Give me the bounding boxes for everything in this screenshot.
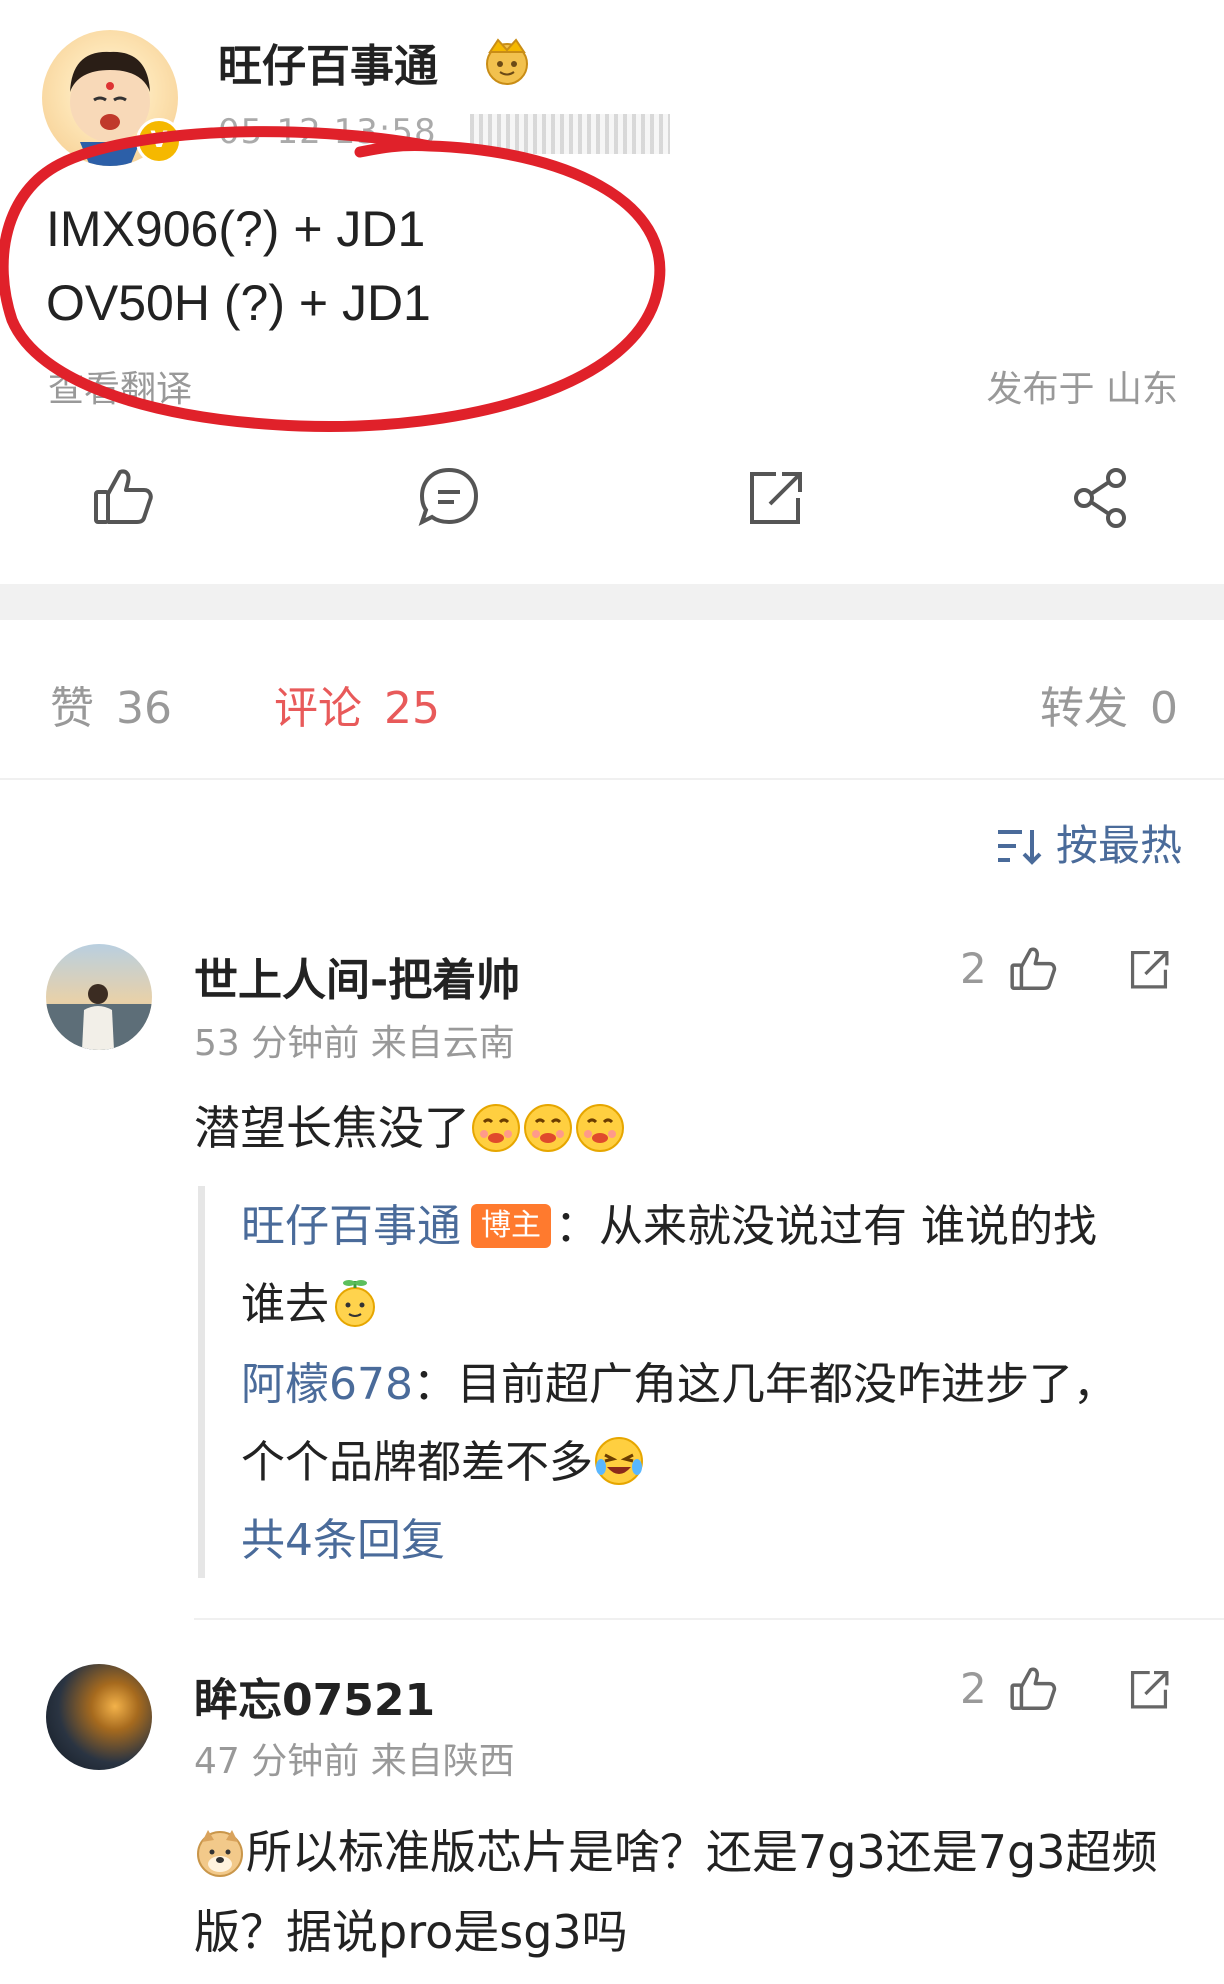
like-icon[interactable] — [88, 462, 158, 532]
comment-like-icon[interactable] — [1006, 942, 1060, 996]
comment-like-count: 2 — [960, 1664, 987, 1713]
reposts-label: 转发 — [1040, 683, 1128, 734]
comment-text: 所以标准版芯片是啥？还是7g3还是7g3超频版？据说pro是sg3吗 — [194, 1812, 1194, 1972]
post-text-line: OV50H (?) + JD1 — [46, 275, 431, 331]
section-divider — [0, 584, 1224, 620]
reply-text: 谁去 — [241, 1279, 329, 1330]
reply-item-cont: 个个品牌都差不多 — [241, 1426, 645, 1490]
doge-emoji-icon — [194, 1822, 246, 1877]
comment-like-count: 2 — [960, 944, 987, 993]
drooling-emoji-icon — [522, 1102, 574, 1154]
post-author-name[interactable]: 旺仔百事通 — [218, 30, 438, 94]
drooling-emoji-icon — [470, 1102, 522, 1154]
translate-link[interactable]: 查看翻译 — [48, 360, 192, 412]
commenter-avatar[interactable] — [46, 944, 152, 1050]
reply-text: ：从来就没说过有 谁说的找 — [555, 1201, 1097, 1252]
reply-item[interactable]: 旺仔百事通 博主 ：从来就没说过有 谁说的找 — [241, 1190, 1097, 1254]
author-tag-badge: 博主 — [471, 1204, 551, 1248]
comments-count: 25 — [384, 683, 440, 734]
comment-text-body: 潜望长焦没了 — [194, 1101, 470, 1155]
divider — [0, 778, 1224, 780]
comment-separator — [194, 1618, 1224, 1620]
reply-item[interactable]: 阿檬678：目前超广角这几年都没咋进步了， — [241, 1348, 1117, 1412]
commenter-name[interactable]: 眸忘07521 — [194, 1664, 435, 1728]
reply-text: ：目前超广角这几年都没咋进步了， — [412, 1359, 1117, 1410]
reposts-count: 0 — [1150, 683, 1178, 734]
reply-username[interactable]: 阿檬678 — [241, 1359, 413, 1410]
comment-like-icon[interactable] — [1006, 1662, 1060, 1716]
comments-label: 评论 — [274, 683, 362, 734]
comment-repost-icon[interactable] — [1124, 1664, 1174, 1714]
tab-likes[interactable]: 赞 36 — [50, 672, 172, 736]
likes-count: 36 — [116, 683, 172, 734]
sprout-emoji-icon — [329, 1277, 381, 1329]
tab-comments[interactable]: 评论 25 — [274, 672, 440, 736]
verified-badge-icon: V — [136, 118, 182, 164]
comment-icon[interactable] — [414, 462, 484, 532]
repost-icon[interactable] — [740, 462, 810, 532]
comment-meta: 47 分钟前 来自陕西 — [194, 1741, 515, 1782]
tab-reposts[interactable]: 转发 0 — [1040, 672, 1178, 736]
laughing-tears-emoji-icon — [593, 1435, 645, 1487]
view-all-replies-link[interactable]: 共4条回复 — [241, 1504, 445, 1568]
commenter-name[interactable]: 世上人间-把着帅 — [194, 944, 520, 1008]
crown-icon — [478, 34, 536, 86]
sort-icon — [996, 826, 1042, 866]
post-text-line: IMX906(?) + JD1 — [46, 201, 426, 257]
share-icon[interactable] — [1066, 462, 1136, 532]
comment-meta: 53 分钟前 来自云南 — [194, 1023, 515, 1064]
blurred-source — [470, 114, 670, 154]
sort-label: 按最热 — [1055, 821, 1182, 870]
comment-text: 潜望长焦没了 — [194, 1092, 626, 1158]
reply-item-cont: 谁去 — [241, 1268, 381, 1332]
post-location: 发布于 山东 — [986, 369, 1178, 410]
sort-button[interactable]: 按最热 — [996, 812, 1182, 873]
comment-text-body: 所以标准版芯片是啥？还是7g3还是7g3超频版？据说pro是sg3吗 — [194, 1825, 1158, 1959]
reply-username[interactable]: 旺仔百事通 — [241, 1201, 461, 1252]
comment-repost-icon[interactable] — [1124, 944, 1174, 994]
drooling-emoji-icon — [574, 1102, 626, 1154]
likes-label: 赞 — [50, 683, 94, 734]
reply-thread[interactable]: 旺仔百事通 博主 ：从来就没说过有 谁说的找 谁去 阿檬678：目前超广角这几年都没… — [198, 1186, 1195, 1578]
commenter-avatar[interactable] — [46, 1664, 152, 1770]
post-time: 05-12 13:58 — [218, 112, 437, 152]
reply-text: 个个品牌都差不多 — [241, 1437, 593, 1488]
